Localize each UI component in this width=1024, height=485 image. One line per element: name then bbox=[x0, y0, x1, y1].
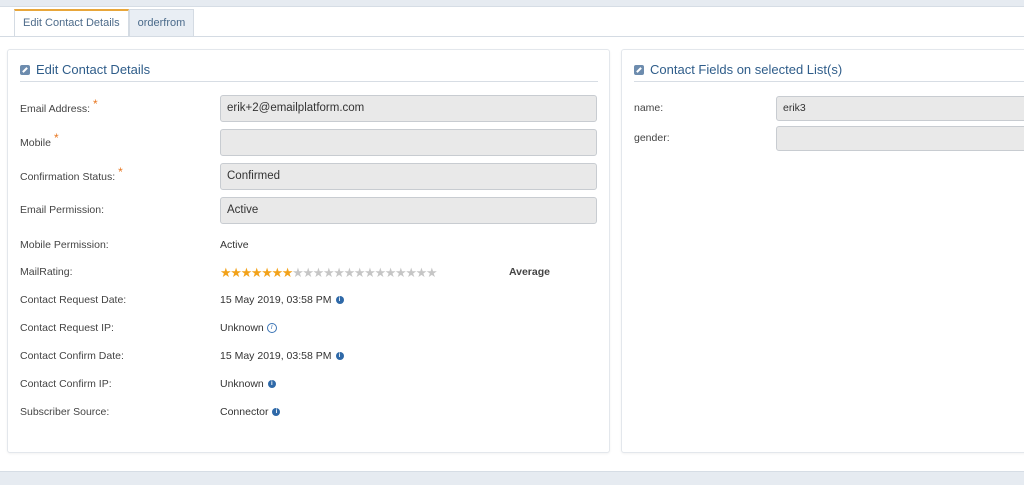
mobile-permission-label: Mobile Permission: bbox=[20, 239, 109, 251]
name-field[interactable]: erik3 bbox=[776, 95, 1024, 121]
edit-icon bbox=[20, 64, 30, 75]
confirmation-label: Confirmation Status: * bbox=[20, 165, 123, 183]
panel-title-edit-contact-details: Edit Contact Details bbox=[20, 58, 598, 82]
mobile-permission-value: Active bbox=[220, 239, 249, 251]
rating-star-icon[interactable]: ★ bbox=[405, 266, 417, 279]
email-permission-row: Email Permission: Active bbox=[20, 196, 597, 224]
gender-field[interactable] bbox=[776, 125, 1024, 151]
required-icon: * bbox=[53, 131, 59, 145]
email-row: Email Address: * erik+2@emailplatform.com bbox=[20, 94, 597, 122]
rating-star-icon[interactable]: ★ bbox=[251, 266, 263, 279]
mobile-label: Mobile * bbox=[20, 131, 59, 149]
panel-title-contact-fields: Contact Fields on selected List(s) bbox=[634, 58, 1024, 82]
mail-rating-stars: ★ ★ ★ ★ ★ ★ ★ ★ ★ ★ ★ ★ ★ ★ ★ ★ ★ ★ ★ ★ ★ Average bbox=[220, 266, 550, 279]
source-label: Subscriber Source: bbox=[20, 406, 110, 418]
star-list: ★ ★ ★ ★ ★ ★ ★ ★ ★ ★ ★ ★ ★ ★ ★ ★ ★ ★ ★ ★ ★ bbox=[220, 266, 438, 279]
mobile-row: Mobile * bbox=[20, 128, 597, 156]
rating-star-icon[interactable]: ★ bbox=[292, 266, 304, 279]
rating-star-icon[interactable]: ★ bbox=[385, 266, 397, 279]
rating-star-icon[interactable]: ★ bbox=[241, 266, 253, 279]
edit-contact-details-panel: Edit Contact Details Email Address: * eri… bbox=[7, 49, 610, 453]
request-date-row: Contact Request Date: 15 May 2019, 03:58… bbox=[20, 286, 344, 314]
tab-bar: Edit Contact Details orderfrom bbox=[14, 9, 195, 37]
tab-bar-divider bbox=[0, 36, 1024, 37]
rating-star-icon[interactable]: ★ bbox=[220, 266, 232, 279]
gender-label: gender: bbox=[634, 132, 670, 144]
confirm-ip-row: Contact Confirm IP: Unknown i bbox=[20, 370, 276, 398]
edit-icon bbox=[634, 64, 644, 75]
email-permission-select[interactable]: Active bbox=[220, 196, 597, 224]
name-label: name: bbox=[634, 102, 664, 114]
rating-star-icon[interactable]: ★ bbox=[261, 266, 273, 279]
mobile-field[interactable] bbox=[220, 128, 597, 156]
info-icon[interactable]: i bbox=[335, 296, 344, 304]
email-label: Email Address: * bbox=[20, 97, 98, 115]
rating-star-icon[interactable]: ★ bbox=[230, 266, 242, 279]
request-ip-row: Contact Request IP: Unknown i bbox=[20, 314, 277, 342]
request-date-value: 15 May 2019, 03:58 PM i bbox=[220, 294, 344, 306]
confirmation-row: Confirmation Status: * Confirmed bbox=[20, 162, 597, 190]
rating-star-icon[interactable]: ★ bbox=[426, 266, 438, 279]
gender-row: gender: bbox=[634, 124, 1024, 152]
mobile-permission-row: Mobile Permission: Active bbox=[20, 231, 249, 259]
required-icon: * bbox=[93, 97, 98, 111]
panel-title-text: Contact Fields on selected List(s) bbox=[650, 62, 843, 77]
tab-orderfrom[interactable]: orderfrom bbox=[128, 9, 195, 37]
name-row: name: erik3 bbox=[634, 94, 1024, 122]
rating-star-icon[interactable]: ★ bbox=[344, 266, 356, 279]
info-icon[interactable]: i bbox=[266, 323, 277, 333]
mail-rating-row: MailRating: ★ ★ ★ ★ ★ ★ ★ ★ ★ ★ ★ ★ ★ ★ ★ ★ ★ ★ ★ ★ ★ Averag… bbox=[20, 258, 550, 286]
info-icon[interactable]: i bbox=[335, 352, 344, 360]
request-ip-value: Unknown i bbox=[220, 322, 277, 334]
rating-star-icon[interactable]: ★ bbox=[323, 266, 335, 279]
rating-star-icon[interactable]: ★ bbox=[374, 266, 386, 279]
rating-star-icon[interactable]: ★ bbox=[313, 266, 325, 279]
source-row: Subscriber Source: Connector i bbox=[20, 398, 281, 426]
email-field[interactable]: erik+2@emailplatform.com bbox=[220, 94, 597, 122]
rating-star-icon[interactable]: ★ bbox=[395, 266, 407, 279]
request-ip-label: Contact Request IP: bbox=[20, 322, 114, 334]
tab-edit-contact-details[interactable]: Edit Contact Details bbox=[14, 9, 129, 37]
rating-star-icon[interactable]: ★ bbox=[271, 266, 283, 279]
info-icon[interactable]: i bbox=[267, 380, 276, 388]
mail-rating-label: MailRating: bbox=[20, 266, 73, 278]
confirm-date-label: Contact Confirm Date: bbox=[20, 350, 124, 362]
info-icon[interactable]: i bbox=[272, 408, 281, 416]
confirm-date-row: Contact Confirm Date: 15 May 2019, 03:58… bbox=[20, 342, 344, 370]
email-permission-label: Email Permission: bbox=[20, 204, 105, 216]
mail-rating-text: Average bbox=[508, 266, 550, 278]
confirm-ip-value: Unknown i bbox=[220, 378, 276, 390]
content-frame: Edit Contact Details orderfrom Edit Cont… bbox=[0, 6, 1024, 472]
rating-star-icon[interactable]: ★ bbox=[416, 266, 428, 279]
confirm-date-value: 15 May 2019, 03:58 PM i bbox=[220, 350, 344, 362]
confirm-ip-label: Contact Confirm IP: bbox=[20, 378, 112, 390]
confirmation-status-select[interactable]: Confirmed bbox=[220, 162, 597, 190]
request-date-label: Contact Request Date: bbox=[20, 294, 127, 306]
rating-star-icon[interactable]: ★ bbox=[302, 266, 314, 279]
source-value: Connector i bbox=[220, 406, 281, 418]
contact-fields-panel: Contact Fields on selected List(s) name:… bbox=[621, 49, 1024, 453]
required-icon: * bbox=[118, 165, 123, 179]
panel-title-text: Edit Contact Details bbox=[36, 62, 151, 77]
rating-star-icon[interactable]: ★ bbox=[333, 266, 345, 279]
rating-star-icon[interactable]: ★ bbox=[364, 266, 376, 279]
rating-star-icon[interactable]: ★ bbox=[282, 266, 294, 279]
rating-star-icon[interactable]: ★ bbox=[354, 266, 366, 279]
